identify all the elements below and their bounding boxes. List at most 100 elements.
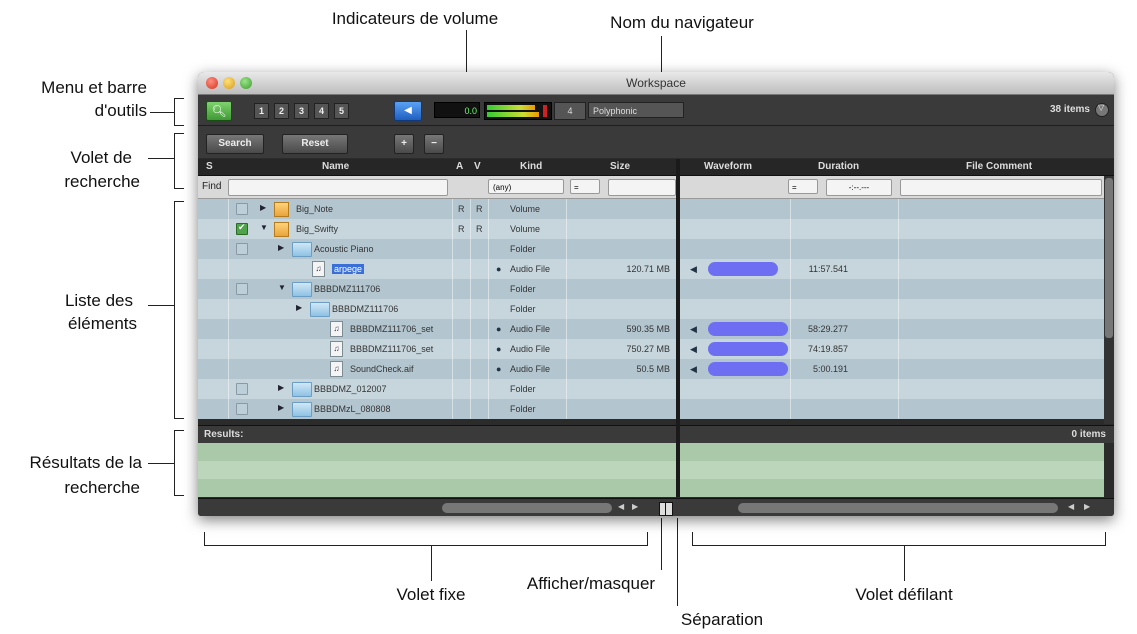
table-row[interactable]: ♫ arpege ● Audio File 120.71 MB ◀ 11:57.541 (198, 259, 1104, 279)
disclosure-triangle-icon[interactable]: ▼ (278, 283, 286, 292)
waveform-preview[interactable] (708, 322, 788, 336)
row-size: 50.5 MB (636, 364, 670, 374)
column-separator (470, 299, 471, 319)
fixed-pane-scroll-right-arrow[interactable]: ▶ (632, 502, 638, 511)
column-separator (470, 239, 471, 259)
table-row[interactable]: ♫ BBBDMZ111706_set ● Audio File 750.27 MB ◀ 74… (198, 339, 1104, 359)
row-checkbox[interactable] (236, 283, 248, 295)
col-header-duration[interactable]: Duration (818, 161, 859, 172)
voice-counter[interactable]: 4 (554, 102, 586, 120)
table-row[interactable]: ♫ SoundCheck.aif ● Audio File 50.5 MB ◀ 5:00.1… (198, 359, 1104, 379)
scroll-pane-scroll-right-arrow[interactable]: ▶ (1084, 502, 1090, 511)
folder-icon (292, 242, 312, 257)
scroll-pane-scroll-left-arrow[interactable]: ◀ (1068, 502, 1074, 511)
reset-button[interactable]: Reset (282, 134, 348, 154)
vertical-scrollbar[interactable] (1104, 176, 1114, 424)
speaker-icon[interactable]: ◀ (690, 364, 697, 375)
col-header-s[interactable]: S (206, 161, 213, 172)
title-bar[interactable]: Workspace (198, 72, 1114, 95)
disclosure-triangle-icon[interactable]: ▼ (260, 223, 268, 232)
find-name-input[interactable] (228, 179, 448, 196)
row-checkbox[interactable]: ✔ (236, 222, 248, 235)
col-header-v[interactable]: V (474, 161, 481, 172)
leader-separation (677, 518, 678, 606)
column-separator (452, 319, 453, 339)
col-header-name[interactable]: Name (322, 161, 349, 172)
table-row[interactable]: ▼ BBBDMZ111706 Folder (198, 279, 1104, 299)
remove-criteria-button[interactable]: − (424, 134, 444, 154)
table-row[interactable]: ▶ BBBDMzL_080808 Folder (198, 399, 1104, 419)
col-header-a[interactable]: A (456, 161, 463, 172)
row-size: 750.27 MB (626, 344, 670, 354)
find-size-input[interactable] (608, 179, 676, 196)
waveform-preview[interactable] (708, 362, 788, 376)
find-duration-input[interactable]: -:--.--- (826, 179, 892, 196)
column-separator (452, 279, 453, 299)
results-count: 0 items (1071, 429, 1106, 440)
playback-mode-select[interactable]: Polyphonic (588, 102, 684, 118)
show-hide-scroll-pane-button[interactable] (659, 502, 673, 516)
table-row[interactable]: ▶ BBBDMZ111706 Folder (198, 299, 1104, 319)
pane-separator[interactable] (676, 159, 680, 497)
toolbar-number-button-4[interactable]: 4 (314, 103, 329, 119)
column-separator (898, 299, 899, 319)
row-checkbox[interactable] (236, 243, 248, 255)
col-header-kind[interactable]: Kind (520, 161, 542, 172)
item-list: ▶ Big_Note R R Volume ✔ ▼ Big_Swifty R R Volume ▶ Ac… (198, 199, 1104, 424)
disclosure-triangle-icon[interactable]: ▶ (278, 243, 284, 252)
vertical-scroll-thumb[interactable] (1105, 178, 1113, 338)
col-header-waveform[interactable]: Waveform (704, 161, 752, 172)
bracket-scroll-pane-r (1105, 532, 1106, 546)
toolbar-number-button-5[interactable]: 5 (334, 103, 349, 119)
row-checkbox[interactable] (236, 383, 248, 395)
col-header-file-comment[interactable]: File Comment (966, 161, 1032, 172)
result-row[interactable] (198, 461, 1104, 479)
table-row[interactable]: ▶ Acoustic Piano Folder (198, 239, 1104, 259)
row-v: R (476, 224, 483, 234)
table-row[interactable]: ▶ BBBDMZ_012007 Folder (198, 379, 1104, 399)
result-row[interactable] (198, 479, 1104, 497)
disclosure-triangle-icon[interactable]: ▶ (296, 303, 302, 312)
search-toggle-button[interactable]: 🔍︎ (206, 101, 232, 121)
row-checkbox[interactable] (236, 403, 248, 415)
find-size-operator[interactable]: = (570, 179, 600, 194)
find-kind-select[interactable]: (any) (488, 179, 564, 194)
table-row[interactable]: ▶ Big_Note R R Volume (198, 199, 1104, 219)
fixed-pane-scroll-left-arrow[interactable]: ◀ (618, 502, 624, 511)
row-checkbox[interactable] (236, 203, 248, 215)
preview-speaker-button[interactable]: ◀ (394, 101, 422, 121)
find-comment-input[interactable] (900, 179, 1102, 196)
scroll-pane-scroll-track[interactable] (738, 503, 1058, 513)
browser-menu-button[interactable]: ▽ (1095, 103, 1109, 117)
row-name: BBBDMZ111706_set (350, 344, 434, 354)
column-separator (452, 259, 453, 279)
add-criteria-button[interactable]: + (394, 134, 414, 154)
waveform-preview[interactable] (708, 342, 788, 356)
toolbar-number-button-3[interactable]: 3 (294, 103, 309, 119)
leader-fixed-pane (431, 545, 432, 581)
toolbar-number-button-2[interactable]: 2 (274, 103, 289, 119)
table-row[interactable]: ♫ BBBDMZ111706_set ● Audio File 590.35 MB ◀ 58… (198, 319, 1104, 339)
leader-search-pane (148, 158, 174, 159)
search-button[interactable]: Search (206, 134, 264, 154)
row-name: Acoustic Piano (314, 244, 374, 254)
col-header-size[interactable]: Size (610, 161, 630, 172)
disclosure-triangle-icon[interactable]: ▶ (278, 383, 284, 392)
column-separator (452, 239, 453, 259)
speaker-icon[interactable]: ◀ (690, 344, 697, 355)
volume-meter-fill-top (487, 105, 535, 110)
speaker-icon[interactable]: ◀ (690, 324, 697, 335)
table-row[interactable]: ✔ ▼ Big_Swifty R R Volume (198, 219, 1104, 239)
disclosure-triangle-icon[interactable]: ▶ (278, 403, 284, 412)
fixed-pane-scroll-track[interactable] (442, 503, 612, 513)
column-separator (898, 359, 899, 379)
column-separator (470, 319, 471, 339)
speaker-icon[interactable]: ◀ (690, 264, 697, 275)
disclosure-triangle-icon[interactable]: ▶ (260, 203, 266, 212)
waveform-preview[interactable] (708, 262, 778, 276)
find-duration-operator[interactable]: = (788, 179, 818, 194)
result-row[interactable] (198, 443, 1104, 461)
toolbar-number-button-1[interactable]: 1 (254, 103, 269, 119)
column-separator (898, 239, 899, 259)
column-separator (452, 299, 453, 319)
